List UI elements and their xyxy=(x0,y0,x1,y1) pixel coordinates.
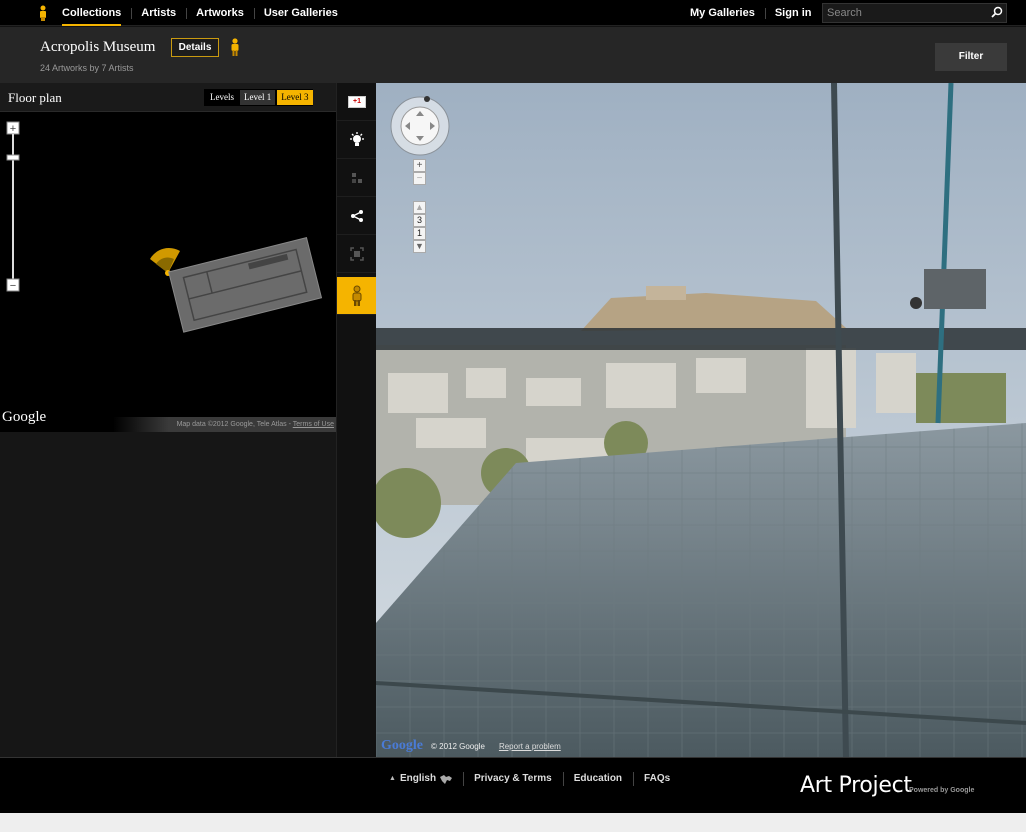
panorama-zoom-out-button[interactable]: − xyxy=(413,172,426,185)
fullscreen-button[interactable] xyxy=(337,235,377,273)
nav-artworks[interactable]: Artworks xyxy=(186,0,254,26)
nav-sign-in[interactable]: Sign in xyxy=(764,0,822,26)
panorama-zoom-in-button[interactable]: + xyxy=(413,159,426,172)
pan-control[interactable] xyxy=(389,95,451,157)
share-icon xyxy=(351,209,363,222)
tool-column: +1 xyxy=(336,83,377,757)
svg-text:−: − xyxy=(10,280,16,292)
powered-by-google: Powered by Google xyxy=(909,787,975,794)
language-selector[interactable]: ▲ English xyxy=(378,772,463,786)
collection-header: Acropolis Museum Details 24 Artworks by … xyxy=(0,27,1026,83)
map-data-text: Map data ©2012 Google, Tele Atlas - xyxy=(176,421,293,428)
page-title: Acropolis Museum xyxy=(40,39,156,55)
floor-plan-header: Floor plan Levels Level 1 Level 3 xyxy=(0,83,336,112)
fullscreen-icon xyxy=(350,246,364,261)
terms-of-use-link[interactable]: Terms of Use xyxy=(293,421,334,428)
privacy-terms-link[interactable]: Privacy & Terms xyxy=(463,772,563,786)
collection-stats: 24 Artworks by 7 Artists xyxy=(40,63,134,73)
levels-label: Levels xyxy=(210,92,234,102)
nav-user-galleries[interactable]: User Galleries xyxy=(253,0,348,26)
floor-1-button[interactable]: 1 xyxy=(413,227,426,240)
floor-plan-panel: Floor plan Levels Level 1 Level 3 + − Go… xyxy=(0,83,336,757)
floor-3-button[interactable]: 3 xyxy=(413,214,426,227)
caret-up-icon: ▲ xyxy=(389,775,396,782)
report-problem-link[interactable]: Report a problem xyxy=(499,742,561,751)
panorama-copyright: © 2012 Google xyxy=(431,741,485,751)
filter-button[interactable]: Filter xyxy=(935,43,1007,71)
education-link[interactable]: Education xyxy=(562,772,633,786)
floor-plan-title: Floor plan xyxy=(8,90,62,105)
details-button[interactable]: Details xyxy=(171,38,219,57)
level-3-button[interactable]: Level 3 xyxy=(277,90,313,105)
building-footprint xyxy=(168,237,323,333)
page-footer: ▲ English Privacy & Terms Education FAQs… xyxy=(0,757,1026,813)
svg-text:+: + xyxy=(10,123,16,135)
street-view-panorama[interactable]: + − ▲ 3 1 ▼ Google © 2012 Google Report … xyxy=(376,83,1026,757)
language-label: English xyxy=(399,773,437,784)
floor-plan-canvas: + − xyxy=(6,121,323,333)
street-view-button[interactable] xyxy=(337,277,377,315)
panorama-zoom-control: + − xyxy=(413,159,426,185)
footer-links: ▲ English Privacy & Terms Education FAQs xyxy=(378,772,681,786)
share-button[interactable] xyxy=(337,197,377,235)
art-project-brand[interactable]: Art Project xyxy=(800,773,912,798)
google-logo: Google xyxy=(381,738,423,753)
faqs-link[interactable]: FAQs xyxy=(633,772,681,786)
search-icon[interactable] xyxy=(991,6,1003,18)
lightbulb-icon xyxy=(350,131,364,146)
compare-button[interactable] xyxy=(337,159,377,197)
nav-collections[interactable]: Collections xyxy=(52,0,131,26)
art-project-logo-icon[interactable] xyxy=(38,5,48,21)
world-map-icon xyxy=(440,774,453,784)
panorama-floor-control: ▲ 3 1 ▼ xyxy=(413,201,426,253)
nav-my-galleries[interactable]: My Galleries xyxy=(680,0,765,26)
floor-plan-map[interactable]: + − Google Map data ©2012 Google, Tele A… xyxy=(0,112,336,432)
main-nav: Collections Artists Artworks User Galler… xyxy=(52,0,348,26)
floor-up-arrow[interactable]: ▲ xyxy=(413,201,426,214)
grid-icon xyxy=(352,172,362,183)
level-1-button[interactable]: Level 1 xyxy=(240,90,276,105)
pegman-icon[interactable] xyxy=(230,38,240,56)
panorama-image xyxy=(376,83,1026,757)
floor-down-arrow[interactable]: ▼ xyxy=(413,240,426,253)
map-zoom-control[interactable]: + − xyxy=(6,121,20,292)
google-plus-one-icon: +1 xyxy=(348,95,366,108)
browser-bottom-strip xyxy=(0,813,1026,832)
pegman-icon xyxy=(352,285,362,306)
search-input[interactable] xyxy=(822,3,1007,23)
account-nav: My Galleries Sign in xyxy=(680,0,822,26)
google-plus-button[interactable]: +1 xyxy=(337,83,377,121)
google-map-logo: Google xyxy=(2,409,47,425)
level-selector: Levels Level 1 Level 3 xyxy=(204,89,313,106)
lightbox-button[interactable] xyxy=(337,121,377,159)
panorama-footer: Google © 2012 Google Report a problem xyxy=(381,737,561,755)
map-attribution: Map data ©2012 Google, Tele Atlas - Term… xyxy=(113,417,336,432)
nav-artists[interactable]: Artists xyxy=(131,0,186,26)
top-bar: Collections Artists Artworks User Galler… xyxy=(0,0,1026,26)
